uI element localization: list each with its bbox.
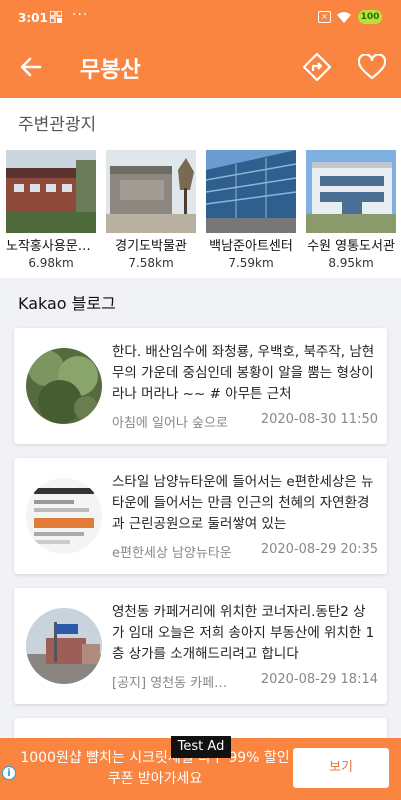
test-ad-label: Test Ad [171, 736, 231, 758]
directions-icon[interactable] [302, 52, 332, 82]
ad-banner[interactable]: i 1000원샵 뺨치는 시크릿세일 다구 99% 할인 쿠폰 받아가세요 보기… [0, 736, 401, 800]
nearby-name: 수원 영통도서관 [307, 239, 395, 254]
status-bar: 3:01 ··· × 100 [0, 0, 401, 36]
more-notifications-icon: ··· [72, 7, 89, 23]
blog-thumbnail [26, 348, 102, 424]
battery-icon: 100 [358, 10, 382, 24]
page-title: 무봉산 [80, 58, 141, 83]
app-grid-icon [50, 11, 62, 23]
blog-post-card[interactable]: 스타일 남양뉴타운에 들어서는 e편한세상은 뉴타운에 들어서는 만큼 인근의 … [14, 458, 387, 574]
nearby-name: 노작홍사용문학관 [6, 239, 96, 254]
ad-text: 1000원샵 뺨치는 시크릿세일 다구 99% 할인 쿠폰 받아가세요 [20, 750, 290, 787]
ad-view-button[interactable]: 보기 [293, 748, 389, 788]
nearby-card[interactable]: 경기도박물관 7.58km [106, 150, 196, 274]
blog-thumbnail [26, 608, 102, 684]
ad-info-icon[interactable]: i [2, 766, 16, 780]
blog-date: 2020-08-29 18:14 [260, 672, 378, 687]
wifi-icon [337, 12, 351, 23]
blog-snippet: 스타일 남양뉴타운에 들어서는 e편한세상은 뉴타운에 들어서는 만큼 인근의 … [112, 474, 374, 532]
nearby-card[interactable]: 백남준아트센터 7.59km [206, 150, 296, 274]
nearby-distance: 7.59km [228, 256, 274, 270]
nearby-name: 백남준아트센터 [209, 239, 293, 254]
blog-snippet: 영천동 카페거리에 위치한 코너자리.동탄2 상가 임대 오늘은 저희 송아지 … [112, 604, 375, 662]
status-time: 3:01 [18, 11, 48, 25]
nearby-photo [306, 150, 396, 233]
favorite-heart-icon[interactable] [358, 54, 386, 80]
nearby-attractions-section: 주변관광지 노작홍사용문학관 6.98km 경기도박물관 7.58km 백남준아… [0, 98, 401, 278]
blog-section-title: Kakao 블로그 [18, 294, 116, 313]
nearby-distance: 8.95km [328, 256, 374, 270]
nearby-distance: 6.98km [28, 256, 74, 270]
blog-post-card[interactable]: 한다. 배산임수에 좌청룡, 우백호, 북주작, 남현무의 가운데 중심인데 봉… [14, 328, 387, 444]
nearby-photo [206, 150, 296, 233]
nearby-section-title: 주변관광지 [18, 115, 97, 135]
nearby-distance: 7.58km [128, 256, 174, 270]
blog-author: 아침에 일어나 숲으로 [112, 416, 228, 431]
nearby-carousel[interactable]: 노작홍사용문학관 6.98km 경기도박물관 7.58km 백남준아트센터 7.… [6, 150, 401, 274]
nearby-photo [6, 150, 96, 233]
nearby-card[interactable]: 노작홍사용문학관 6.98km [6, 150, 96, 274]
blog-author: [공지] 영천동 카페거리 [112, 676, 232, 691]
blog-post-card[interactable]: 영천동 카페거리에 위치한 코너자리.동탄2 상가 임대 오늘은 저희 송아지 … [14, 588, 387, 704]
blog-date: 2020-08-29 20:35 [260, 542, 378, 557]
nearby-card[interactable]: 수원 영통도서관 8.95km [306, 150, 396, 274]
back-arrow-icon[interactable] [18, 54, 44, 80]
app-bar: 무봉산 [0, 36, 401, 98]
sim-icon: × [318, 11, 331, 23]
blog-author: e편한세상 남양뉴타운 [112, 546, 232, 561]
blog-thumbnail [26, 478, 102, 554]
blog-snippet: 한다. 배산임수에 좌청룡, 우백호, 북주작, 남현무의 가운데 중심인데 봉… [112, 344, 375, 402]
nearby-name: 경기도박물관 [115, 239, 187, 254]
nearby-photo [106, 150, 196, 233]
blog-date: 2020-08-30 11:50 [260, 412, 378, 427]
